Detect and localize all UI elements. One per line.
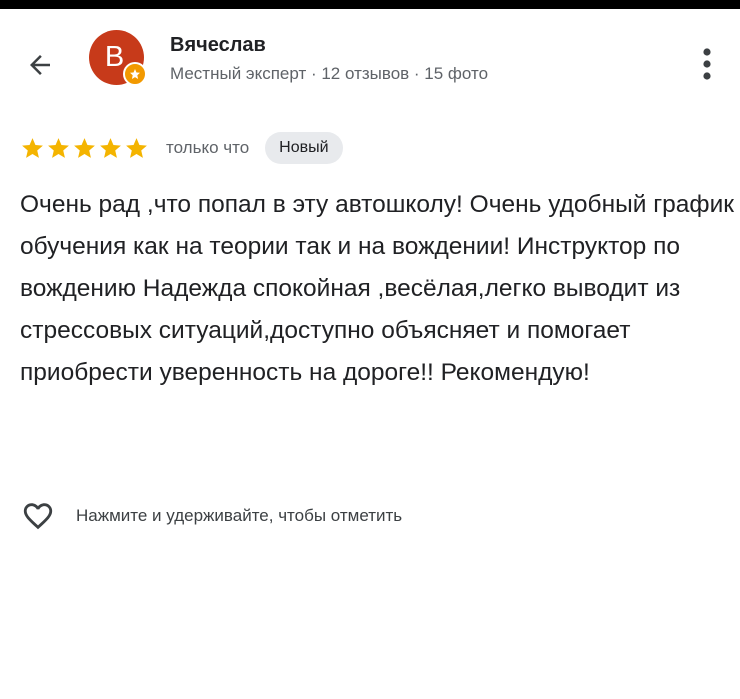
more-vert-icon [703,48,711,80]
star-icon [48,137,69,158]
avatar-letter: В [104,41,125,73]
review-text: Очень рад ,что попал в эту автошколу! Оч… [20,191,734,386]
author-name[interactable]: Вячеслав [170,34,266,57]
review-time: только что [166,138,250,157]
new-badge: Новый [265,132,343,164]
rating-row: только что Новый [20,130,343,166]
avatar[interactable]: В [89,30,147,86]
star-icon [100,137,121,158]
arrow-left-icon [30,55,50,75]
author-meta: Местный эксперт · 12 отзывов · 15 фото [170,64,489,83]
heart-outline-icon [23,503,53,530]
like-hint: Нажмите и удерживайте, чтобы отметить [76,506,403,525]
star-icon [126,137,147,158]
star-icon [74,137,95,158]
status-bar-strip [0,0,740,9]
local-guide-badge-icon [123,62,147,86]
star-rating [20,136,149,161]
star-icon [22,137,43,158]
more-options-button[interactable] [692,44,722,84]
like-row: Нажмите и удерживайте, чтобы отметить [20,496,402,536]
review-header: В Вячеслав Местный эксперт · 12 отзывов … [0,9,740,109]
back-button[interactable] [20,45,60,85]
like-button[interactable] [20,498,56,534]
